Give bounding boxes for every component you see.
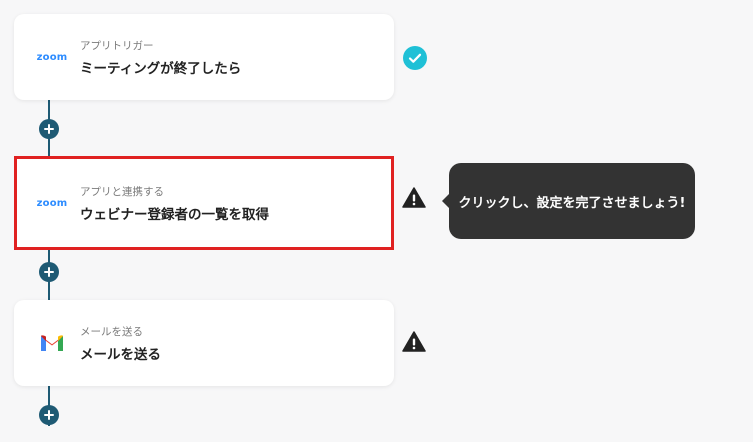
step-subtitle: アプリと連携する [80,185,164,198]
flow-step-card-trigger[interactable]: zoom アプリトリガー ミーティングが終了したら [14,14,394,100]
flow-step-card-get-registrants[interactable]: zoom アプリと連携する ウェビナー登録者の一覧を取得 [14,156,394,250]
gmail-icon [41,335,63,351]
zoom-logo: zoom [36,197,68,209]
add-step-button[interactable] [39,405,59,425]
step-subtitle: メールを送る [80,325,143,338]
plus-icon [44,410,54,420]
setup-tooltip: クリックし、設定を完了させましょう! [442,163,695,239]
plus-icon [44,267,54,277]
step-subtitle: アプリトリガー [80,39,154,52]
plus-icon [44,124,54,134]
flow-step-card-send-mail[interactable]: メールを送る メールを送る [14,300,394,386]
warning-icon [402,187,426,208]
zoom-app-icon: zoom [26,52,78,63]
gmail-app-icon [26,333,78,353]
warning-icon [402,331,426,352]
add-step-button[interactable] [39,119,59,139]
step-title: ミーティングが終了したら [80,60,242,77]
tooltip-text: クリックし、設定を完了させましょう! [458,195,686,211]
step-title: メールを送る [80,346,161,363]
zoom-logo: zoom [36,51,68,63]
check-circle-icon [403,46,427,70]
zoom-app-icon: zoom [26,198,78,209]
add-step-button[interactable] [39,262,59,282]
step-title: ウェビナー登録者の一覧を取得 [80,206,269,223]
